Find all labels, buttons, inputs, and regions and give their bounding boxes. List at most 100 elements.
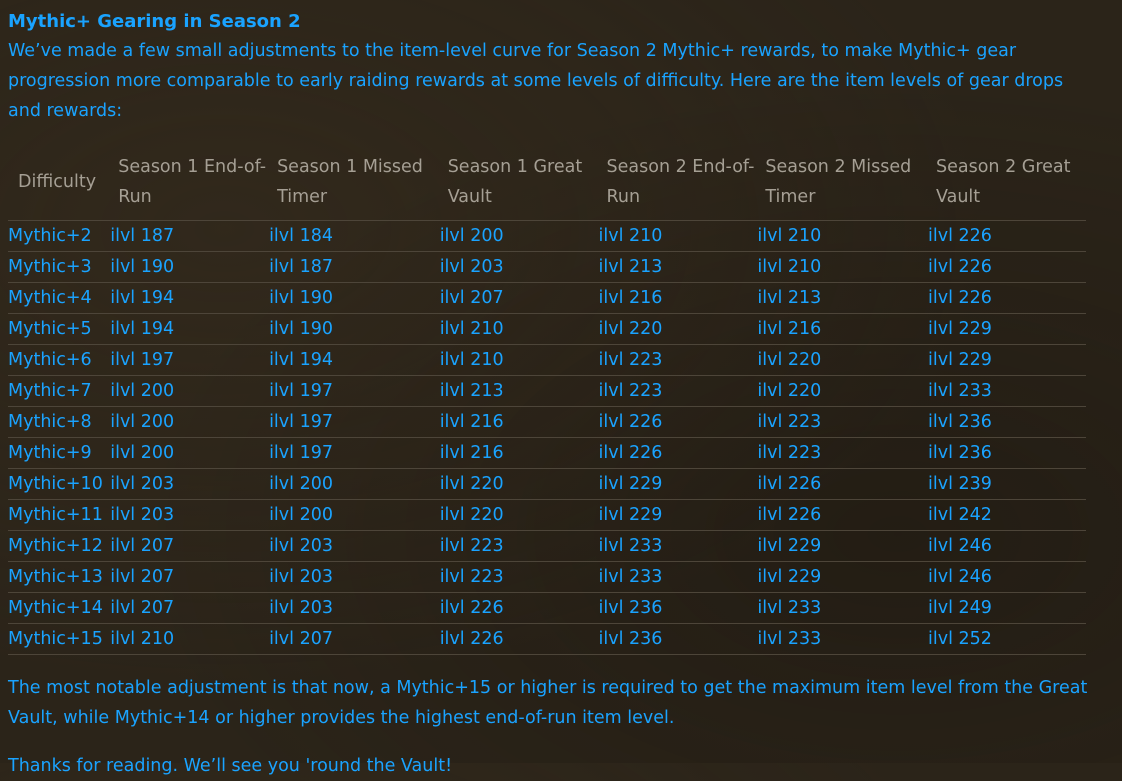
table-header: Difficulty Season 1 End-of-Run Season 1 …: [8, 152, 1086, 221]
s2-great-vault-cell: ilvl 242: [928, 505, 992, 525]
table-row: Mythic+3 ilvl 190 ilvl 187 ilvl 203 ilvl 213…: [8, 251, 1086, 283]
difficulty-cell: Mythic+7: [8, 381, 92, 401]
table-row: Mythic+12 ilvl 207 ilvl 203 ilvl 223 ilvl 23…: [8, 530, 1086, 562]
s1-great-vault-cell: ilvl 226: [439, 629, 504, 649]
table-row: Mythic+6 ilvl 197 ilvl 194 ilvl 210 ilvl 223…: [8, 344, 1086, 376]
s1-end-of-run-cell: ilvl 194: [110, 319, 175, 339]
s2-end-of-run-cell: ilvl 233: [598, 536, 663, 556]
difficulty-cell: Mythic+13: [8, 567, 103, 587]
s1-end-of-run-cell: ilvl 197: [110, 350, 175, 370]
s1-end-of-run-cell: ilvl 200: [110, 412, 175, 432]
s2-end-of-run-cell: ilvl 223: [598, 381, 663, 401]
item-level-table: Difficulty Season 1 End-of-Run Season 1 …: [8, 152, 1086, 655]
table-body: Mythic+2 ilvl 187 ilvl 184 ilvl 200 ilvl 210…: [8, 220, 1086, 655]
s1-end-of-run-cell: ilvl 200: [110, 443, 175, 463]
table-row: Mythic+13 ilvl 207 ilvl 203 ilvl 223 ilvl 23…: [8, 561, 1086, 593]
s2-great-vault-cell: ilvl 252: [928, 629, 992, 649]
header-s2-missed-timer: Season 2 Missed Timer: [765, 157, 912, 207]
s1-missed-timer-cell: ilvl 197: [269, 443, 333, 463]
s1-end-of-run-cell: ilvl 187: [110, 226, 175, 246]
s1-missed-timer-cell: ilvl 207: [269, 629, 333, 649]
s1-great-vault-cell: ilvl 210: [439, 319, 504, 339]
s2-missed-timer-cell: ilvl 226: [757, 505, 822, 525]
s1-missed-timer-cell: ilvl 197: [269, 412, 333, 432]
s1-end-of-run-cell: ilvl 203: [110, 474, 175, 494]
s1-great-vault-cell: ilvl 223: [439, 567, 504, 587]
difficulty-cell: Mythic+9: [8, 443, 92, 463]
table-row: Mythic+15 ilvl 210 ilvl 207 ilvl 226 ilvl 23…: [8, 623, 1086, 655]
difficulty-cell: Mythic+11: [8, 505, 103, 525]
table-row: Mythic+10 ilvl 203 ilvl 200 ilvl 220 ilvl 22…: [8, 468, 1086, 500]
s2-end-of-run-cell: ilvl 210: [598, 226, 663, 246]
section-heading: Mythic+ Gearing in Season 2: [8, 11, 301, 32]
s2-end-of-run-cell: ilvl 236: [598, 629, 663, 649]
s2-missed-timer-cell: ilvl 223: [757, 443, 822, 463]
s1-great-vault-cell: ilvl 223: [439, 536, 504, 556]
header-row: Difficulty Season 1 End-of-Run Season 1 …: [8, 152, 1086, 221]
s2-end-of-run-cell: ilvl 229: [598, 505, 663, 525]
s1-end-of-run-cell: ilvl 194: [110, 288, 175, 308]
difficulty-cell: Mythic+2: [8, 226, 92, 246]
s2-great-vault-cell: ilvl 236: [928, 412, 992, 432]
s1-end-of-run-cell: ilvl 190: [110, 257, 175, 277]
table-row: Mythic+9 ilvl 200 ilvl 197 ilvl 216 ilvl 226…: [8, 437, 1086, 469]
s1-great-vault-cell: ilvl 216: [439, 443, 504, 463]
difficulty-cell: Mythic+3: [8, 257, 92, 277]
difficulty-cell: Mythic+14: [8, 598, 103, 618]
s2-great-vault-cell: ilvl 233: [928, 381, 992, 401]
s2-great-vault-cell: ilvl 229: [928, 350, 992, 370]
table-row: Mythic+14 ilvl 207 ilvl 203 ilvl 226 ilvl 23…: [8, 592, 1086, 624]
s2-end-of-run-cell: ilvl 216: [598, 288, 663, 308]
s1-missed-timer-cell: ilvl 197: [269, 381, 333, 401]
s1-missed-timer-cell: ilvl 184: [269, 226, 333, 246]
s2-great-vault-cell: ilvl 226: [928, 257, 992, 277]
s1-missed-timer-cell: ilvl 187: [269, 257, 333, 277]
s1-end-of-run-cell: ilvl 210: [110, 629, 175, 649]
s2-missed-timer-cell: ilvl 233: [757, 629, 822, 649]
header-s2-great-vault: Season 2 Great Vault: [936, 157, 1071, 207]
s1-missed-timer-cell: ilvl 190: [269, 319, 333, 339]
s1-missed-timer-cell: ilvl 203: [269, 536, 333, 556]
s1-great-vault-cell: ilvl 200: [439, 226, 504, 246]
outro-paragraph: The most notable adjustment is that now,…: [8, 678, 1088, 728]
s2-missed-timer-cell: ilvl 233: [757, 598, 822, 618]
s2-great-vault-cell: ilvl 246: [928, 567, 992, 587]
s1-end-of-run-cell: ilvl 200: [110, 381, 175, 401]
s2-end-of-run-cell: ilvl 220: [598, 319, 663, 339]
header-s2-end-of-run: Season 2 End-of-Run: [606, 157, 755, 207]
s2-missed-timer-cell: ilvl 226: [757, 474, 822, 494]
s2-end-of-run-cell: ilvl 229: [598, 474, 663, 494]
header-s1-great-vault: Season 1 Great Vault: [447, 157, 583, 207]
s1-missed-timer-cell: ilvl 203: [269, 598, 333, 618]
s1-great-vault-cell: ilvl 210: [439, 350, 504, 370]
difficulty-cell: Mythic+6: [8, 350, 92, 370]
difficulty-cell: Mythic+10: [8, 474, 103, 494]
s2-great-vault-cell: ilvl 226: [928, 288, 992, 308]
difficulty-cell: Mythic+5: [8, 319, 92, 339]
s1-great-vault-cell: ilvl 226: [439, 598, 504, 618]
intro-paragraph: We’ve made a few small adjustments to th…: [8, 41, 1064, 121]
difficulty-cell: Mythic+8: [8, 412, 92, 432]
s2-missed-timer-cell: ilvl 229: [757, 567, 822, 587]
header-difficulty: Difficulty: [18, 172, 97, 192]
table-row: Mythic+4 ilvl 194 ilvl 190 ilvl 207 ilvl 216…: [8, 282, 1086, 314]
s1-missed-timer-cell: ilvl 194: [269, 350, 333, 370]
s1-end-of-run-cell: ilvl 207: [110, 598, 175, 618]
s1-end-of-run-cell: ilvl 207: [110, 567, 175, 587]
s1-end-of-run-cell: ilvl 203: [110, 505, 175, 525]
s1-great-vault-cell: ilvl 213: [439, 381, 504, 401]
s2-missed-timer-cell: ilvl 220: [757, 381, 822, 401]
s2-great-vault-cell: ilvl 229: [928, 319, 992, 339]
s2-missed-timer-cell: ilvl 223: [757, 412, 822, 432]
table-row: Mythic+11 ilvl 203 ilvl 200 ilvl 220 ilvl 22…: [8, 499, 1086, 531]
s2-great-vault-cell: ilvl 246: [928, 536, 992, 556]
s2-end-of-run-cell: ilvl 236: [598, 598, 663, 618]
difficulty-cell: Mythic+4: [8, 288, 92, 308]
s2-end-of-run-cell: ilvl 226: [598, 412, 663, 432]
s2-great-vault-cell: ilvl 226: [928, 226, 992, 246]
s2-great-vault-cell: ilvl 239: [928, 474, 992, 494]
header-s1-missed-timer: Season 1 Missed Timer: [277, 157, 423, 207]
s2-great-vault-cell: ilvl 236: [928, 443, 992, 463]
s2-missed-timer-cell: ilvl 213: [757, 288, 822, 308]
s2-end-of-run-cell: ilvl 233: [598, 567, 663, 587]
